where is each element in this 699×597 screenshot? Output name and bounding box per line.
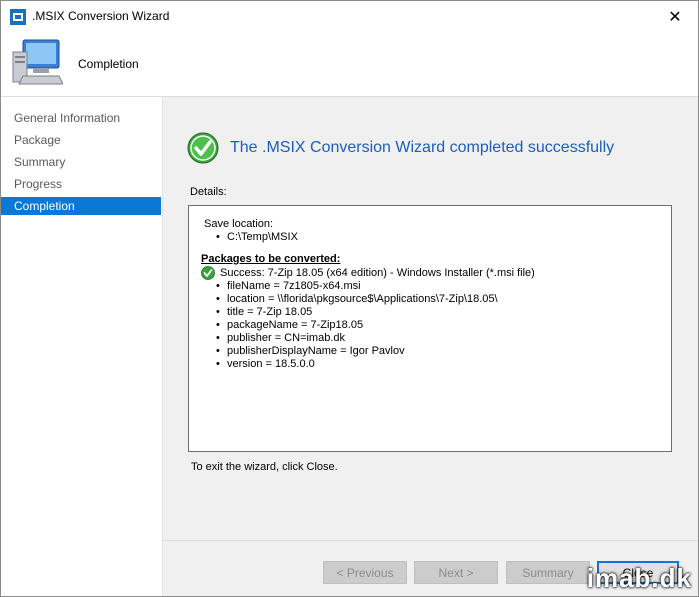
- property-item: version = 18.5.0.0: [216, 358, 315, 370]
- sidebar-item-completion[interactable]: Completion: [1, 197, 161, 215]
- sidebar-item-general-information[interactable]: General Information: [1, 109, 161, 127]
- success-small-check-icon: [201, 266, 215, 280]
- watermark-text: imab.dk: [586, 563, 692, 593]
- property-item: fileName = 7z1805-x64.msi: [216, 280, 361, 292]
- property-item: packageName = 7-Zip18.05: [216, 319, 363, 331]
- wizard-steps-sidebar: General Information Package Summary Prog…: [1, 97, 163, 596]
- next-button[interactable]: Next >: [414, 561, 498, 584]
- package-success-line: Success: 7-Zip 18.05 (x64 edition) - Win…: [220, 267, 535, 279]
- save-location-value: C:\Temp\MSIX: [216, 231, 298, 243]
- save-location-label: Save location:: [204, 218, 274, 230]
- exit-instructions: To exit the wizard, click Close.: [191, 461, 338, 473]
- property-item: publisherDisplayName = Igor Pavlov: [216, 345, 405, 357]
- main-content: The .MSIX Conversion Wizard completed su…: [163, 97, 698, 596]
- previous-button[interactable]: < Previous: [323, 561, 407, 584]
- close-window-button[interactable]: ✕: [652, 1, 698, 32]
- details-box[interactable]: Save location: C:\Temp\MSIX Packages to …: [188, 205, 672, 452]
- sidebar-item-summary[interactable]: Summary: [1, 153, 161, 171]
- footer-divider: [163, 540, 698, 541]
- packages-heading: Packages to be converted:: [201, 253, 341, 265]
- property-item: publisher = CN=imab.dk: [216, 332, 345, 344]
- property-item: location = \\florida\pkgsource$\Applicat…: [216, 293, 498, 305]
- computer-icon: [12, 39, 63, 85]
- success-message: The .MSIX Conversion Wizard completed su…: [230, 139, 615, 156]
- summary-button[interactable]: Summary: [506, 561, 590, 584]
- window-title: .MSIX Conversion Wizard: [32, 9, 170, 23]
- wizard-window: .MSIX Conversion Wizard ✕ Completion Gen…: [0, 0, 699, 597]
- title-bar: .MSIX Conversion Wizard ✕: [1, 1, 698, 32]
- page-title: Completion: [78, 57, 139, 71]
- success-check-icon: [187, 132, 219, 164]
- sidebar-item-progress[interactable]: Progress: [1, 175, 161, 193]
- property-item: title = 7-Zip 18.05: [216, 306, 312, 318]
- sidebar-item-package[interactable]: Package: [1, 131, 161, 149]
- details-label: Details:: [190, 186, 227, 198]
- app-icon: [10, 9, 26, 25]
- wizard-header: Completion: [1, 32, 698, 97]
